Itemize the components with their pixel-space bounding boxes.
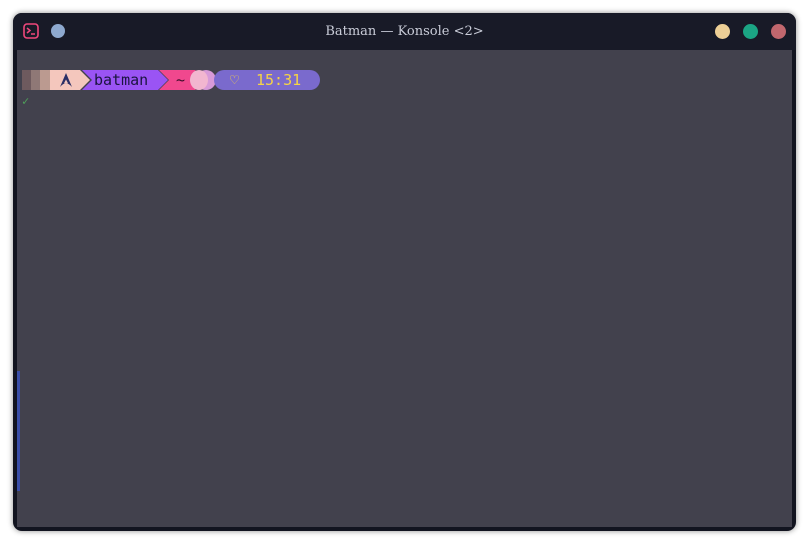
scroll-indicator	[17, 371, 20, 491]
minimize-button[interactable]	[715, 24, 730, 39]
maximize-button[interactable]	[743, 24, 758, 39]
prompt-stripe	[22, 70, 31, 90]
title-bar[interactable]: Batman — Konsole <2>	[13, 13, 796, 50]
arch-linux-icon	[60, 73, 72, 87]
window-title: Batman — Konsole <2>	[325, 24, 484, 39]
prompt-stripe	[31, 70, 40, 90]
terminal-area[interactable]: batman ~ ♡ 15:31 ✓	[17, 50, 792, 527]
username: batman	[94, 71, 149, 89]
clock-time: 15:31	[256, 71, 302, 89]
konsole-window: Batman — Konsole <2> batman ~ ♡ 15:31 ✓	[13, 13, 796, 531]
success-check-icon: ✓	[22, 94, 30, 108]
current-directory: ~	[176, 71, 186, 89]
prompt-stripe	[40, 70, 50, 90]
close-button[interactable]	[771, 24, 786, 39]
heart-icon: ♡	[230, 71, 240, 89]
